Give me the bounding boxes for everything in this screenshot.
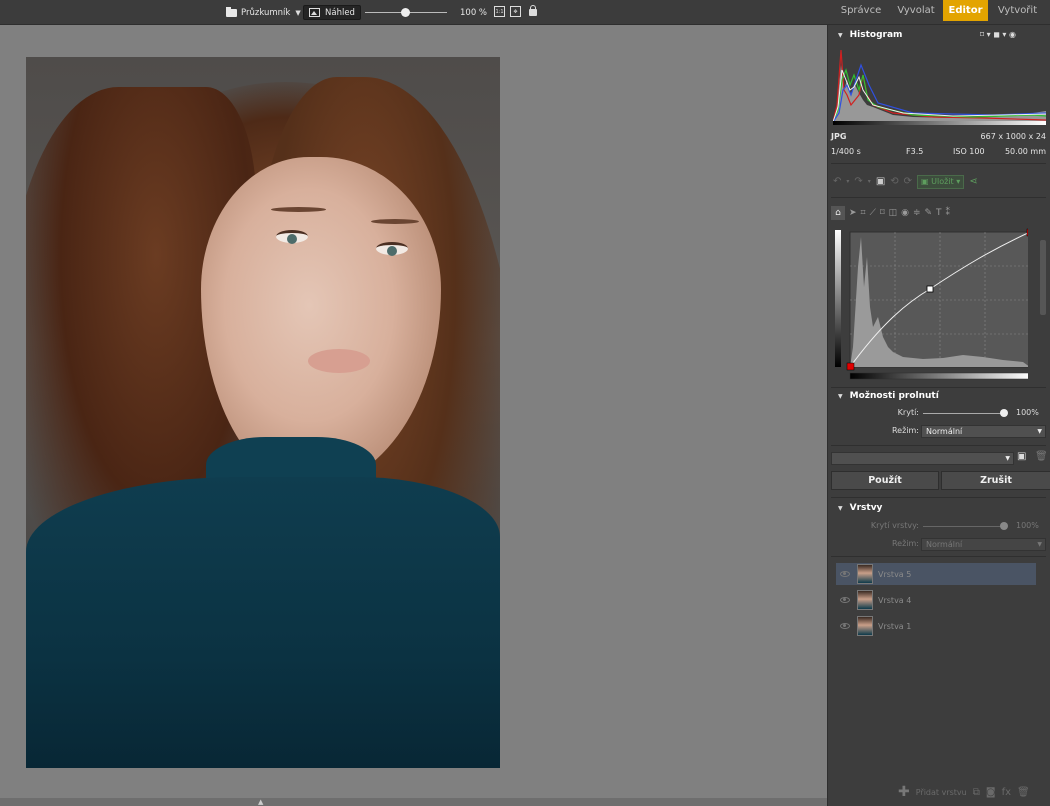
straighten-icon[interactable]: ⟋ (870, 208, 876, 218)
tab-editor[interactable]: Editor (943, 0, 988, 21)
histogram-header[interactable]: ▼ Histogram (838, 30, 902, 40)
delete-layer-icon[interactable]: 🗑 (1017, 787, 1030, 798)
eye-icon[interactable]: ◉ (901, 208, 909, 218)
fit-screen-icon[interactable]: ✥ (510, 6, 521, 17)
panel-scrollbar[interactable] (1040, 240, 1046, 315)
tab-vytvorit[interactable]: Vytvořit (990, 0, 1045, 21)
save-button[interactable]: ▣ Uložit ▾ (917, 174, 965, 189)
image-icon (309, 8, 320, 17)
chevron-up-icon[interactable]: ▲ (258, 798, 263, 806)
brush-icon[interactable]: ✎ (924, 208, 932, 218)
chevron-down-icon: ▼ (1037, 428, 1042, 435)
chevron-down-icon[interactable]: ▾ (846, 178, 849, 185)
preview-label: Náhled (325, 7, 355, 18)
layer-item[interactable]: Vrstva 1 (836, 615, 1036, 637)
curves-editor[interactable] (833, 227, 1028, 382)
layer-item[interactable]: Vrstva 4 (836, 589, 1036, 611)
cancel-button[interactable]: Zrušit (941, 471, 1050, 490)
visibility-eye-icon[interactable] (840, 597, 850, 603)
zoom-slider-knob[interactable] (401, 8, 410, 17)
histogram-gradient (833, 121, 1046, 125)
layer-item[interactable]: Vrstva 5 (836, 563, 1036, 585)
chevron-down-icon: ▼ (1037, 541, 1042, 548)
rotate-right-icon[interactable]: ⟳ (904, 176, 912, 187)
select-tool-icon[interactable]: ➤ (849, 208, 857, 218)
layer-thumbnail (857, 616, 873, 636)
chevron-down-icon[interactable]: ▾ (868, 178, 871, 185)
top-toolbar: Průzkumník ▼ Náhled 100 % 1:1 ✥ Správce … (0, 0, 1050, 25)
edit-toolbar: ↶ ▾ ↷ ▾ ▣ ⟲ ⟳ ▣ Uložit ▾ ⋖ (833, 173, 1046, 190)
rotate-left-icon[interactable]: ⟲ (890, 176, 898, 187)
tab-vyvolat[interactable]: Vyvolat (893, 0, 939, 21)
histogram-options[interactable]: ⌑ ▾ ◼ ▾ ◉ (980, 30, 1016, 39)
blend-mode-select[interactable]: Normální ▼ (921, 425, 1046, 438)
chevron-down-icon: ▼ (1005, 455, 1010, 462)
filmstrip-toggle[interactable]: ▲ (0, 798, 827, 806)
duplicate-layer-icon[interactable]: ⧉ (973, 787, 980, 798)
layers-bottom-bar: ✚ Přidat vrstvu ⧉ ◙ fx 🗑 (898, 784, 1030, 800)
preview-button[interactable]: Náhled (303, 5, 361, 20)
crop-icon[interactable]: ⌗ (861, 208, 866, 218)
photo-canvas[interactable] (26, 57, 500, 768)
redo-icon[interactable]: ↷ (854, 176, 862, 187)
text-icon[interactable]: T (936, 208, 942, 218)
home-icon[interactable]: ⌂ (831, 206, 845, 220)
plus-icon[interactable]: ✚ (898, 784, 910, 800)
layer-thumbnail (857, 564, 873, 584)
undo-icon[interactable]: ↶ (833, 176, 841, 187)
apply-button[interactable]: Použít (831, 471, 939, 490)
chevron-down-icon: ▼ (295, 8, 301, 17)
share-icon[interactable]: ⋖ (969, 176, 977, 187)
adjust-icon[interactable]: ≑ (913, 208, 921, 218)
focal-length: 50.00 mm (1004, 147, 1046, 156)
visibility-eye-icon[interactable] (840, 623, 850, 629)
layer-opacity-slider[interactable]: Krytí vrstvy: 100% (828, 521, 1050, 533)
folder-icon (226, 6, 237, 17)
file-format: JPG (831, 132, 847, 141)
tab-spravce[interactable]: Správce (835, 0, 887, 21)
blend-opacity-slider[interactable]: Krytí: 100% (828, 408, 1050, 420)
opacity-knob[interactable] (1000, 409, 1008, 417)
more-tools-icon[interactable]: ⁑ (946, 208, 951, 218)
file-dimensions: 667 x 1000 x 24 (980, 132, 1046, 141)
add-layer-button[interactable]: Přidat vrstvu (916, 788, 967, 797)
collapse-triangle-icon: ▼ (838, 31, 843, 39)
browser-label: Průzkumník (241, 7, 291, 18)
zoom-value: 100 % (460, 7, 488, 18)
right-panel: ▼ Histogram ⌑ ▾ ◼ ▾ ◉ JPG 667 x 1000 x 2… (827, 25, 1050, 806)
layer-thumbnail (857, 590, 873, 610)
layer-mode-select[interactable]: Normální ▼ (921, 538, 1046, 551)
collapse-triangle-icon: ▼ (838, 504, 843, 512)
browser-dropdown[interactable]: Průzkumník ▼ (226, 5, 301, 20)
blend-options-header[interactable]: ▼ Možnosti prolnutí (838, 391, 939, 401)
exposure-icon[interactable]: ◫ (889, 208, 898, 218)
save-preset-icon[interactable]: ▣ (1017, 451, 1026, 462)
collapse-triangle-icon: ▼ (838, 392, 843, 400)
iso: ISO 100 (953, 147, 985, 156)
original-image-icon[interactable]: ▣ (876, 176, 885, 187)
delete-preset-icon[interactable]: 🗑 (1035, 451, 1048, 462)
shutter-speed: 1/400 s (831, 147, 861, 156)
aperture: F3.5 (906, 147, 924, 156)
preset-select[interactable]: ▼ (831, 452, 1014, 465)
histogram-chart (833, 45, 1046, 122)
mask-icon[interactable]: ◙ (986, 787, 996, 798)
visibility-eye-icon[interactable] (840, 571, 850, 577)
layer-opacity-knob[interactable] (1000, 522, 1008, 530)
lock-icon[interactable] (529, 5, 537, 16)
tools-row: ⌂ ➤ ⌗ ⟋ ⌑ ◫ ◉ ≑ ✎ T ⁑ (831, 205, 1046, 221)
transform-icon[interactable]: ⌑ (880, 208, 885, 218)
effects-icon[interactable]: fx (1002, 787, 1011, 798)
layers-header[interactable]: ▼ Vrstvy (838, 503, 882, 513)
actual-size-icon[interactable]: 1:1 (494, 6, 505, 17)
